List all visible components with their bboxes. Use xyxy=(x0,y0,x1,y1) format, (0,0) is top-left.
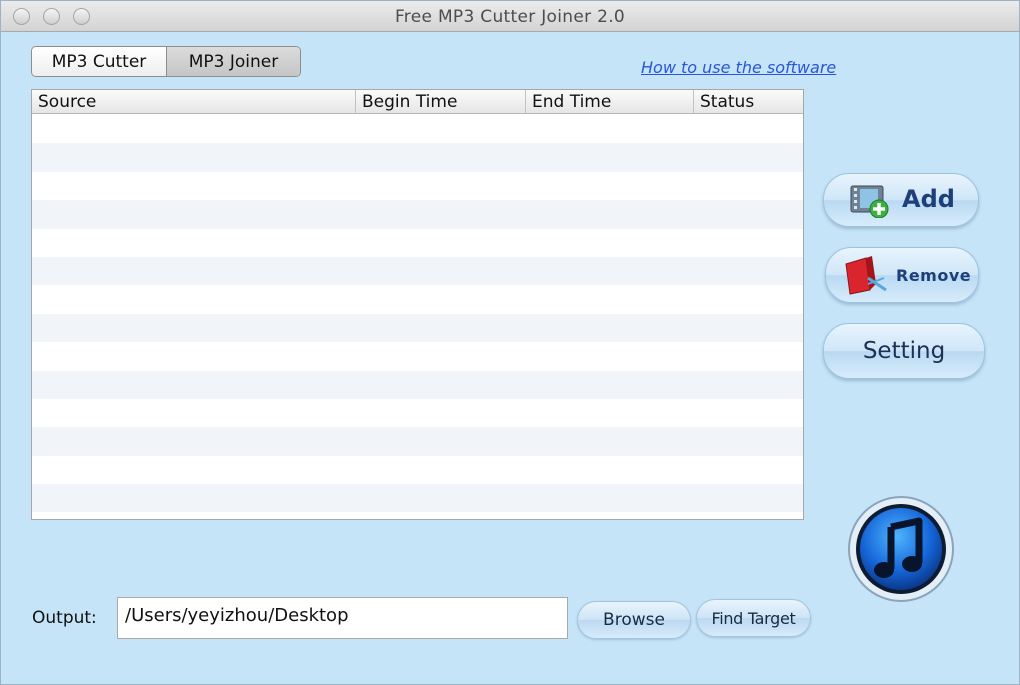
table-row xyxy=(32,285,803,314)
table-row xyxy=(32,313,803,343)
window-title: Free MP3 Cutter Joiner 2.0 xyxy=(394,7,626,27)
title-bar: Free MP3 Cutter Joiner 2.0 xyxy=(1,1,1019,32)
table-row xyxy=(32,342,803,371)
table-row xyxy=(32,171,803,201)
add-button[interactable]: Add xyxy=(823,173,979,227)
output-label: Output: xyxy=(32,608,97,628)
table-row xyxy=(32,200,803,229)
remove-button[interactable]: Remove xyxy=(825,247,979,303)
table-row xyxy=(32,427,803,456)
mode-tabs: MP3 Cutter MP3 Joiner xyxy=(31,46,301,77)
help-link[interactable]: How to use the software xyxy=(641,58,836,77)
tab-mp3-joiner[interactable]: MP3 Joiner xyxy=(166,47,300,76)
remove-label: Remove xyxy=(896,266,972,285)
music-note-icon xyxy=(847,495,955,603)
table-row xyxy=(32,398,803,428)
table-header: Source Begin Time End Time Status xyxy=(32,90,803,114)
column-header-status[interactable]: Status xyxy=(694,90,803,113)
setting-label: Setting xyxy=(862,338,946,364)
film-add-icon xyxy=(850,184,890,223)
table-row xyxy=(32,256,803,286)
browse-button[interactable]: Browse xyxy=(577,601,691,639)
table-row xyxy=(32,512,803,519)
app-window: Free MP3 Cutter Joiner 2.0 MP3 Cutter MP… xyxy=(0,0,1020,685)
table-row xyxy=(32,143,803,172)
table-row xyxy=(32,455,803,485)
table-body[interactable] xyxy=(32,115,803,519)
table-row xyxy=(32,228,803,257)
table-row xyxy=(32,370,803,399)
column-header-begin-time[interactable]: Begin Time xyxy=(356,90,526,113)
remove-icon xyxy=(842,254,890,303)
add-label: Add xyxy=(902,185,955,213)
setting-button[interactable]: Setting xyxy=(823,323,985,379)
find-target-button[interactable]: Find Target xyxy=(696,599,811,637)
table-row xyxy=(32,115,803,144)
column-header-end-time[interactable]: End Time xyxy=(526,90,694,113)
file-table[interactable]: Source Begin Time End Time Status xyxy=(31,89,804,520)
table-row xyxy=(32,484,803,513)
output-path-field[interactable]: /Users/yeyizhou/Desktop xyxy=(117,597,568,639)
tab-mp3-cutter[interactable]: MP3 Cutter xyxy=(32,47,166,76)
column-header-source[interactable]: Source xyxy=(32,90,356,113)
